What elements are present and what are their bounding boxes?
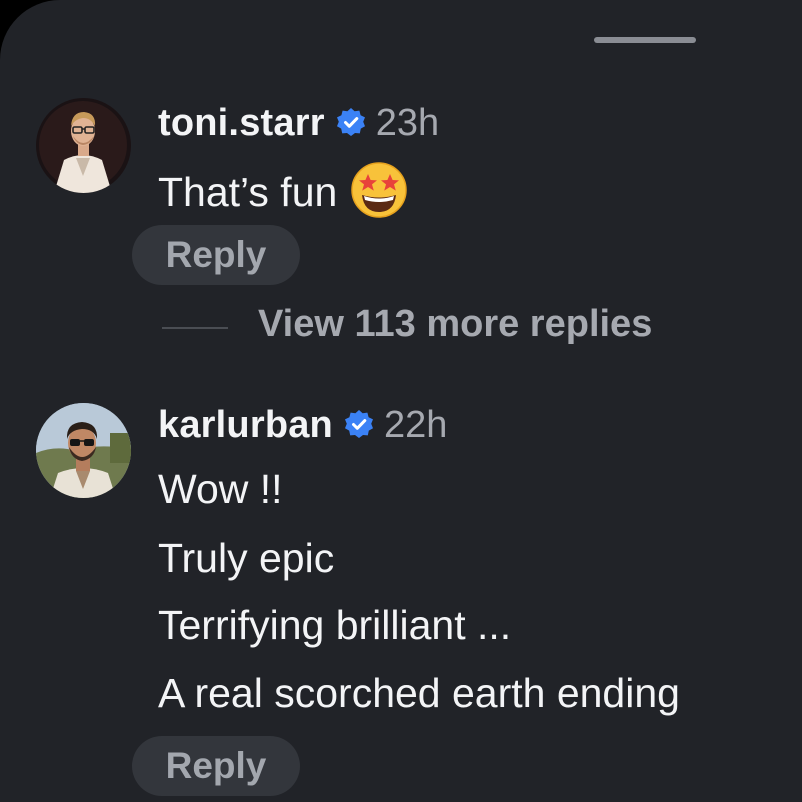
avatar-photo-icon xyxy=(36,98,131,193)
comment-timestamp: 22h xyxy=(383,403,448,446)
reply-button[interactable]: Reply xyxy=(132,736,300,796)
view-more-replies-link[interactable]: View 113 more replies xyxy=(258,303,652,346)
thread-divider-line xyxy=(162,327,228,329)
comment-text-line: That’s fun xyxy=(158,169,338,215)
sheet-drag-handle[interactable] xyxy=(594,37,696,43)
comment-text: That’s fun xyxy=(158,160,409,220)
comment-username[interactable]: toni.starr xyxy=(158,102,325,145)
comment-text-line: A real scorched earth ending xyxy=(158,670,680,716)
comment-timestamp: 23h xyxy=(375,101,440,144)
view-more-replies[interactable]: View 113 more replies xyxy=(0,300,802,356)
reply-button[interactable]: Reply xyxy=(132,225,300,285)
comment-text-line: Truly epic xyxy=(158,535,335,581)
avatar[interactable] xyxy=(36,403,131,498)
comment-header: karlurban 22h xyxy=(158,400,447,450)
comment-text-line: Terrifying brilliant ... xyxy=(158,602,512,648)
avatar[interactable] xyxy=(36,98,131,193)
comment-username[interactable]: karlurban xyxy=(158,404,333,447)
star-struck-emoji-icon xyxy=(349,160,409,220)
comment-header: toni.starr 23h xyxy=(158,98,439,148)
comment-text-line: Wow !! xyxy=(158,466,283,512)
comments-sheet: toni.starr 23h That’s fun Reply View 113… xyxy=(0,0,802,802)
avatar-photo-icon xyxy=(36,403,131,498)
verified-badge-icon xyxy=(335,107,367,139)
verified-badge-icon xyxy=(343,409,375,441)
